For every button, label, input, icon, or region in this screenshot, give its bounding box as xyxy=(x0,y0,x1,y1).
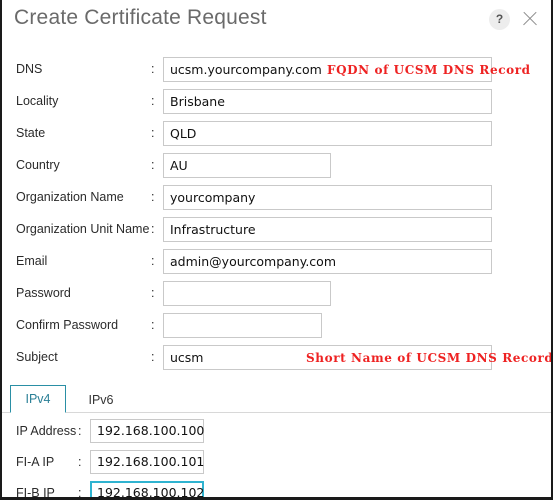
email-input-value: admin@yourcompany.com xyxy=(170,254,336,269)
email-input[interactable]: admin@yourcompany.com xyxy=(163,249,492,274)
form-row-password: Password : xyxy=(2,281,551,313)
locality-input[interactable]: Brisbane xyxy=(163,89,492,114)
colon-password: : xyxy=(151,286,155,300)
label-organization-unit-name: Organization Unit Name xyxy=(16,222,150,236)
form-row-country: Country : AU xyxy=(2,153,551,185)
label-subject: Subject xyxy=(16,350,58,364)
confirm-password-input[interactable] xyxy=(163,313,322,338)
create-certificate-request-dialog: Create Certificate Request ? DNS : ucsm.… xyxy=(0,0,553,500)
fi-a-ip-input-value: 192.168.100.101 xyxy=(97,454,205,469)
colon-locality: : xyxy=(151,94,155,108)
locality-input-value: Brisbane xyxy=(170,94,225,109)
country-input-value: AU xyxy=(170,158,188,173)
colon-organization-name: : xyxy=(151,190,155,204)
ipv4-panel: IP Address : 192.168.100.100 FI-A IP : 1… xyxy=(2,413,551,500)
label-country: Country xyxy=(16,158,60,172)
label-fi-a-ip: FI-A IP xyxy=(16,455,55,469)
label-ip-address: IP Address xyxy=(16,424,77,438)
dns-input[interactable]: ucsm.yourcompany.com FQDN of UCSM DNS Re… xyxy=(163,57,530,82)
organization-unit-name-input[interactable]: Infrastructure xyxy=(163,217,492,242)
colon-organization-unit-name: : xyxy=(151,222,155,236)
colon-fi-b-ip: : xyxy=(78,486,82,500)
form-row-email: Email : admin@yourcompany.com xyxy=(2,249,551,281)
dns-annotation: FQDN of UCSM DNS Record xyxy=(327,63,531,77)
label-fi-b-ip: FI-B IP xyxy=(16,486,55,500)
ip-row-fi-b-ip: FI-B IP : 192.168.100.102 xyxy=(2,481,551,500)
header-buttons: ? xyxy=(489,8,541,30)
organization-name-input[interactable]: yourcompany xyxy=(163,185,492,210)
password-input[interactable] xyxy=(163,281,331,306)
label-confirm-password: Confirm Password xyxy=(16,318,119,332)
form-row-state: State : QLD xyxy=(2,121,551,153)
tab-ipv6[interactable]: IPv6 xyxy=(74,385,128,413)
label-organization-name: Organization Name xyxy=(16,190,124,204)
fi-a-ip-input[interactable]: 192.168.100.101 xyxy=(90,450,204,474)
form-row-locality: Locality : Brisbane xyxy=(2,89,551,121)
help-icon[interactable]: ? xyxy=(489,8,510,30)
form-row-dns: DNS : ucsm.yourcompany.com FQDN of UCSM … xyxy=(2,57,551,89)
label-locality: Locality xyxy=(16,94,59,108)
fi-b-ip-input-value: 192.168.100.102 xyxy=(97,485,205,500)
label-state: State xyxy=(16,126,46,140)
state-input-value: QLD xyxy=(170,126,197,141)
colon-ip-address: : xyxy=(78,424,82,438)
form-row-organization-unit-name: Organization Unit Name : Infrastructure xyxy=(2,217,551,249)
colon-state: : xyxy=(151,126,155,140)
colon-confirm-password: : xyxy=(151,318,155,332)
ip-address-input-value: 192.168.100.100 xyxy=(97,423,205,438)
ip-version-tabs: IPv4 IPv6 xyxy=(2,384,551,413)
dns-input-value: ucsm.yourcompany.com xyxy=(170,62,322,77)
colon-fi-a-ip: : xyxy=(78,455,82,469)
label-dns: DNS xyxy=(16,62,43,76)
form-row-subject: Subject : ucsm Short Name of UCSM DNS Re… xyxy=(2,345,551,377)
colon-country: : xyxy=(151,158,155,172)
ip-address-input[interactable]: 192.168.100.100 xyxy=(90,419,204,443)
subject-input-value: ucsm xyxy=(170,350,204,365)
state-input[interactable]: QLD xyxy=(163,121,492,146)
certificate-form: DNS : ucsm.yourcompany.com FQDN of UCSM … xyxy=(2,44,551,377)
close-icon[interactable] xyxy=(519,8,541,30)
ip-row-ip-address: IP Address : 192.168.100.100 xyxy=(2,419,551,450)
dialog-header: Create Certificate Request ? xyxy=(2,0,551,44)
country-input[interactable]: AU xyxy=(163,153,331,178)
organization-name-input-value: yourcompany xyxy=(170,190,256,205)
colon-dns: : xyxy=(151,62,155,76)
fi-b-ip-input[interactable]: 192.168.100.102 xyxy=(90,481,205,500)
subject-input[interactable]: ucsm Short Name of UCSM DNS Record xyxy=(163,345,551,370)
label-password: Password xyxy=(16,286,71,300)
label-email: Email xyxy=(16,254,48,268)
subject-annotation: Short Name of UCSM DNS Record xyxy=(306,351,553,365)
organization-unit-name-input-value: Infrastructure xyxy=(170,222,256,237)
ip-row-fi-a-ip: FI-A IP : 192.168.100.101 xyxy=(2,450,551,481)
form-row-organization-name: Organization Name : yourcompany xyxy=(2,185,551,217)
colon-email: : xyxy=(151,254,155,268)
tab-ipv4[interactable]: IPv4 xyxy=(10,385,66,413)
form-row-confirm-password: Confirm Password : xyxy=(2,313,551,345)
colon-subject: : xyxy=(151,350,155,364)
page-title: Create Certificate Request xyxy=(14,6,267,29)
